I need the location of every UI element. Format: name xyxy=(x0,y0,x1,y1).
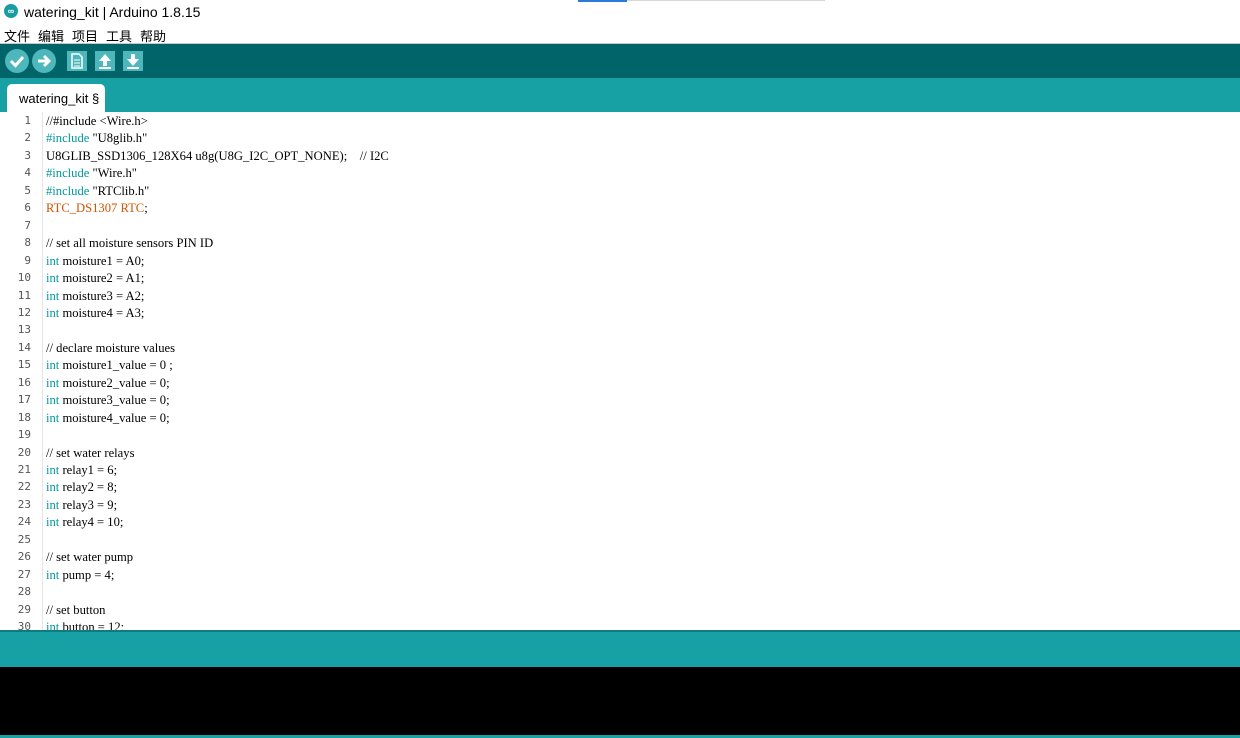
code-line: // set button xyxy=(46,602,106,617)
code-line: int moisture2_value = 0; xyxy=(46,375,170,390)
verify-icon xyxy=(9,56,25,68)
line-number: 2 xyxy=(24,131,31,145)
code-line: int relay3 = 9; xyxy=(46,497,118,512)
line-number: 25 xyxy=(17,532,31,546)
code-line: // set water relays xyxy=(46,445,135,460)
gutter-divider xyxy=(42,112,43,630)
code-line: int moisture1 = A0; xyxy=(46,253,145,268)
code-line: #include "RTClib.h" xyxy=(46,183,150,198)
line-number: 12 xyxy=(17,305,31,319)
line-number: 15 xyxy=(17,358,31,372)
upload-icon xyxy=(38,54,52,68)
line-number-gutter: 1 2 3 4 5 6 7 8 9 10 11 12 13 14 15 16 17 18 19 20 21 22 23 24 2… xyxy=(0,112,42,630)
code-line: int moisture4 = A3; xyxy=(46,305,145,320)
serial-monitor-button[interactable] xyxy=(1236,44,1240,78)
code-line: // set all moisture sensors PIN ID xyxy=(46,236,214,251)
code-line: int relay1 = 6; xyxy=(46,463,118,477)
line-number: 6 xyxy=(24,201,31,215)
line-number: 28 xyxy=(17,585,31,599)
line-number: 19 xyxy=(17,428,31,442)
line-number: 8 xyxy=(24,236,31,250)
line-number: 27 xyxy=(17,567,31,581)
new-icon xyxy=(71,53,83,69)
code-line: int relay2 = 8; xyxy=(46,480,118,495)
toolbar xyxy=(0,44,1240,78)
title-bar: ∞ watering_kit | Arduino 1.8.15 xyxy=(0,0,1240,24)
code-line: int moisture3_value = 0; xyxy=(46,393,170,408)
line-number: 5 xyxy=(24,183,31,197)
code-line: int relay4 = 10; xyxy=(46,515,124,530)
line-number: 20 xyxy=(17,445,31,459)
code-line: int moisture3 = A2; xyxy=(46,288,145,303)
code-line: int pump = 4; xyxy=(46,567,115,582)
line-number: 24 xyxy=(17,515,31,529)
new-sketch-button[interactable] xyxy=(67,51,87,71)
line-number: 1 xyxy=(24,114,31,127)
verify-button[interactable] xyxy=(5,49,29,73)
code-editor[interactable]: 1 2 3 4 5 6 7 8 9 10 11 12 13 14 15 16 17 18 19 20 21 22 23 24 2… xyxy=(0,112,1240,630)
arduino-logo-icon: ∞ xyxy=(4,4,18,18)
line-number: 21 xyxy=(17,463,31,476)
code-line: int button = 12; xyxy=(46,620,125,630)
status-bar xyxy=(0,630,1240,667)
tab-strip: watering_kit § xyxy=(0,78,1240,112)
line-number: 11 xyxy=(17,288,31,302)
line-number: 9 xyxy=(24,253,31,267)
upload-button[interactable] xyxy=(32,49,56,73)
line-number: 13 xyxy=(17,323,31,337)
code-line: RTC_DS1307 RTC; xyxy=(46,201,148,216)
line-number: 23 xyxy=(17,497,31,511)
menu-bar: 文件 编辑 项目 工具 帮助 xyxy=(0,24,1240,44)
console-scrollbar[interactable] xyxy=(1231,667,1240,735)
code-line: // declare moisture values xyxy=(46,340,176,355)
code-line: int moisture1_value = 0 ; xyxy=(46,358,173,373)
code-line: // set water pump xyxy=(46,550,134,565)
code-line: int moisture4_value = 0; xyxy=(46,410,170,425)
window-title: watering_kit | Arduino 1.8.15 xyxy=(24,4,201,20)
line-number: 18 xyxy=(17,410,31,424)
save-icon xyxy=(127,54,139,69)
line-number: 30 xyxy=(17,620,31,630)
code-line: int moisture2 = A1; xyxy=(46,271,145,286)
code-line: //#include <Wire.h> xyxy=(46,114,148,128)
line-number: 16 xyxy=(17,375,31,389)
line-number: 14 xyxy=(17,340,31,354)
title-bar-divider xyxy=(627,0,825,1)
line-number: 7 xyxy=(24,218,31,232)
code-line: U8GLIB_SSD1306_128X64 u8g(U8G_I2C_OPT_NO… xyxy=(46,148,389,163)
title-bar-accent xyxy=(578,0,627,2)
tab-watering-kit[interactable]: watering_kit § xyxy=(7,84,106,112)
code-line: #include "Wire.h" xyxy=(46,166,137,181)
line-number: 3 xyxy=(24,148,31,162)
line-number: 22 xyxy=(17,480,31,494)
open-icon xyxy=(99,54,111,69)
code-line: #include "U8glib.h" xyxy=(46,131,148,146)
console-output[interactable] xyxy=(0,667,1240,735)
open-sketch-button[interactable] xyxy=(95,51,115,71)
line-number: 29 xyxy=(17,602,31,616)
save-sketch-button[interactable] xyxy=(123,51,143,71)
line-number: 26 xyxy=(17,550,31,564)
line-number: 10 xyxy=(17,271,31,285)
line-number: 17 xyxy=(17,393,31,407)
line-number: 4 xyxy=(24,166,31,180)
